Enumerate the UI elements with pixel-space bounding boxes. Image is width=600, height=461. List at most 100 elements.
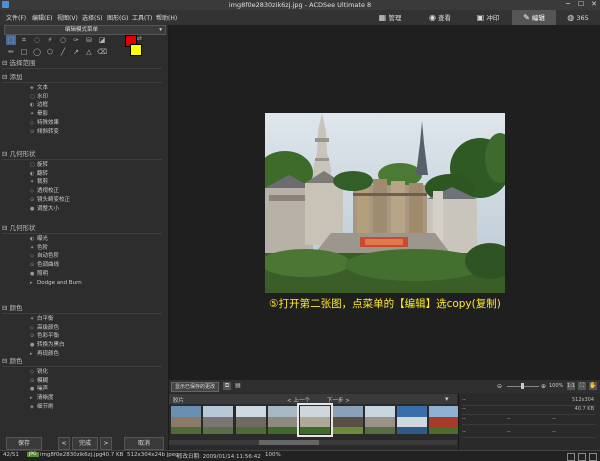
menu-help[interactable]: 帮助(H) xyxy=(156,13,177,22)
menu-edit[interactable]: 编辑(E) xyxy=(32,13,52,22)
menu-view[interactable]: 视图(V) xyxy=(57,13,78,22)
panel-tool-item[interactable]: ◇ 透视校正 xyxy=(30,187,59,195)
swap-colors-icon[interactable]: ⇄ xyxy=(137,35,142,42)
filmstrip-scrollbar[interactable] xyxy=(169,440,457,445)
zoom-out-icon[interactable]: ⊖ xyxy=(497,383,502,390)
section-header[interactable]: ⊟ 选择范围 xyxy=(2,59,162,69)
collapse-icon[interactable]: ⊟ xyxy=(2,150,10,158)
panel-tool-item[interactable]: ◐ 曝光 xyxy=(30,235,48,243)
menu-file[interactable]: 文件(F) xyxy=(6,13,26,22)
panel-tool-item[interactable]: ● 噪声 xyxy=(30,385,48,393)
cancel-button[interactable]: 取消 xyxy=(124,437,164,450)
ellipse-select-icon[interactable]: ○ xyxy=(58,35,68,45)
panel-tool-item[interactable]: ◇ 锐化 xyxy=(30,368,48,376)
gradient-icon[interactable]: ◪ xyxy=(97,35,107,45)
menu-select[interactable]: 选择(S) xyxy=(82,13,103,22)
rect-select-icon[interactable]: ⌗ xyxy=(19,35,29,45)
minimize-button[interactable]: ─ xyxy=(562,0,574,9)
fit-icon[interactable]: ⛶ xyxy=(578,382,586,390)
edit-mode-dropdown[interactable]: 编辑模式菜单 ▾ xyxy=(4,25,166,35)
panel-tool-item[interactable]: ◐ 边框 xyxy=(30,101,48,109)
panel-tool-item[interactable]: ● 照明 xyxy=(30,270,48,278)
collapse-icon[interactable]: ⊟ xyxy=(2,357,10,365)
prev-button[interactable]: < xyxy=(58,437,70,450)
select-tool-icon[interactable]: ⬚ xyxy=(6,35,16,45)
zoom-in-icon[interactable]: ⊕ xyxy=(541,383,546,390)
filmstrip-thumbnail[interactable] xyxy=(364,406,395,434)
filmstrip-thumbnail[interactable] xyxy=(332,406,363,434)
filmstrip-thumbnail[interactable] xyxy=(297,403,334,437)
tab-develop[interactable]: ▣ 冲印 xyxy=(466,10,510,25)
panel-tool-item[interactable]: ⊙ 色调曲线 xyxy=(30,261,59,269)
eyedropper-icon[interactable]: ✑ xyxy=(71,35,81,45)
menu-tools[interactable]: 工具(T) xyxy=(132,13,152,22)
panel-tool-item[interactable]: ▸ 清晰度 xyxy=(30,394,54,402)
tab-edit[interactable]: ✎ 编辑 xyxy=(512,10,556,25)
panel-tool-item[interactable]: ✦ 色阶 xyxy=(30,244,48,252)
tab-365[interactable]: ◍ 365 xyxy=(558,10,598,25)
panel-tool-item[interactable]: ⊙ 模糊 xyxy=(30,377,48,385)
panel-tool-item[interactable]: ▢ 旋转 xyxy=(30,161,48,169)
circle-icon[interactable]: ◯ xyxy=(32,47,42,57)
collapse-icon[interactable]: ⊟ xyxy=(2,73,10,81)
menu-graphics[interactable]: 图形(G) xyxy=(107,13,128,22)
tab-manage[interactable]: ▦ 管理 xyxy=(368,10,412,25)
section-header[interactable]: ⊟ 颜色 xyxy=(2,304,162,314)
collapse-icon[interactable]: ⊟ xyxy=(2,224,10,232)
scroll-thumb[interactable] xyxy=(259,440,319,445)
pencil-icon[interactable]: ✏ xyxy=(6,47,16,57)
panel-tool-item[interactable]: ✦ 白平衡 xyxy=(30,315,54,323)
shape-icon[interactable]: △ xyxy=(84,47,94,57)
panel-tool-item[interactable]: ⊙ 镜头畸变校正 xyxy=(30,196,70,204)
line-icon[interactable]: ╱ xyxy=(58,47,68,57)
lasso-icon[interactable]: ◌ xyxy=(32,35,42,45)
filmstrip-thumbnail[interactable] xyxy=(235,406,266,434)
magic-wand-icon[interactable]: ⚡ xyxy=(45,35,55,45)
panel-tool-item[interactable]: ⊙ 倾斜转变 xyxy=(30,128,59,136)
zoom-slider-handle[interactable] xyxy=(521,383,524,389)
panel-tool-item[interactable]: ◇ 特殊效果 xyxy=(30,119,59,127)
maximize-button[interactable]: ☐ xyxy=(575,0,587,9)
panel-tool-item[interactable]: ◐ 翻转 xyxy=(30,170,48,178)
filmstrip-thumbnail[interactable] xyxy=(429,406,460,434)
panel-tool-item[interactable]: ◈ 文本 xyxy=(30,84,48,92)
background-color[interactable] xyxy=(130,44,142,56)
close-button[interactable]: ✕ xyxy=(588,0,600,9)
panel-tool-item[interactable]: ▸ Dodge and Burn xyxy=(30,279,82,287)
panel-tool-item[interactable]: ◇ 高级颜色 xyxy=(30,324,59,332)
filmstrip-thumbnail[interactable] xyxy=(171,406,201,434)
done-button[interactable]: 完成 xyxy=(72,437,98,450)
collapse-icon[interactable]: ⊟ xyxy=(2,59,10,67)
section-header[interactable]: ⊟ 颜色 xyxy=(2,357,162,367)
panel-tool-item[interactable]: ▢ 水印 xyxy=(30,93,48,101)
bucket-icon[interactable]: ⛁ xyxy=(84,35,94,45)
panel-tool-item[interactable]: ● 转换为黑白 xyxy=(30,341,65,349)
rectangle-icon[interactable]: □ xyxy=(19,47,29,57)
panel-tool-item[interactable]: ⊙ 色彩平衡 xyxy=(30,332,59,340)
filmstrip-thumbnail[interactable] xyxy=(203,406,234,434)
hand-tool-icon[interactable]: ✋ xyxy=(589,382,597,390)
polygon-icon[interactable]: ⬠ xyxy=(45,47,55,57)
section-header[interactable]: ⊟ 几何形状 xyxy=(2,150,162,160)
filmstrip-thumbnail[interactable] xyxy=(397,406,428,434)
filmstrip-thumbnail[interactable] xyxy=(267,406,298,434)
histogram-icon[interactable]: ▤ xyxy=(234,382,242,390)
save-button[interactable]: 保存 xyxy=(6,437,42,450)
collapse-icon[interactable]: ▾ xyxy=(445,395,449,403)
actual-size-icon[interactable]: 1:1 xyxy=(567,382,575,390)
panel-tool-item[interactable]: ✦ 裁剪 xyxy=(30,178,48,186)
filmstrip-next[interactable]: 下一步 > xyxy=(327,396,350,404)
collapse-icon[interactable]: ⊟ xyxy=(2,304,10,312)
next-button[interactable]: > xyxy=(100,437,112,450)
section-header[interactable]: ⊟ 几何形状 xyxy=(2,224,162,234)
show-saved-changes-button[interactable]: 显示已保存的更改 xyxy=(171,382,220,392)
panel-tool-item[interactable]: ◇ 自动色阶 xyxy=(30,252,59,260)
compare-icon[interactable]: ⧉ xyxy=(223,382,231,390)
edited-photo[interactable] xyxy=(265,113,505,293)
tab-view[interactable]: ◉ 查看 xyxy=(418,10,462,25)
eraser-icon[interactable]: ⌫ xyxy=(97,47,107,57)
arrow-icon[interactable]: ↗ xyxy=(71,47,81,57)
section-header[interactable]: ⊟ 添加 xyxy=(2,73,162,83)
panel-tool-item[interactable]: ◈ 细节刷 xyxy=(30,403,54,411)
panel-tool-item[interactable]: ● 调整大小 xyxy=(30,205,59,213)
